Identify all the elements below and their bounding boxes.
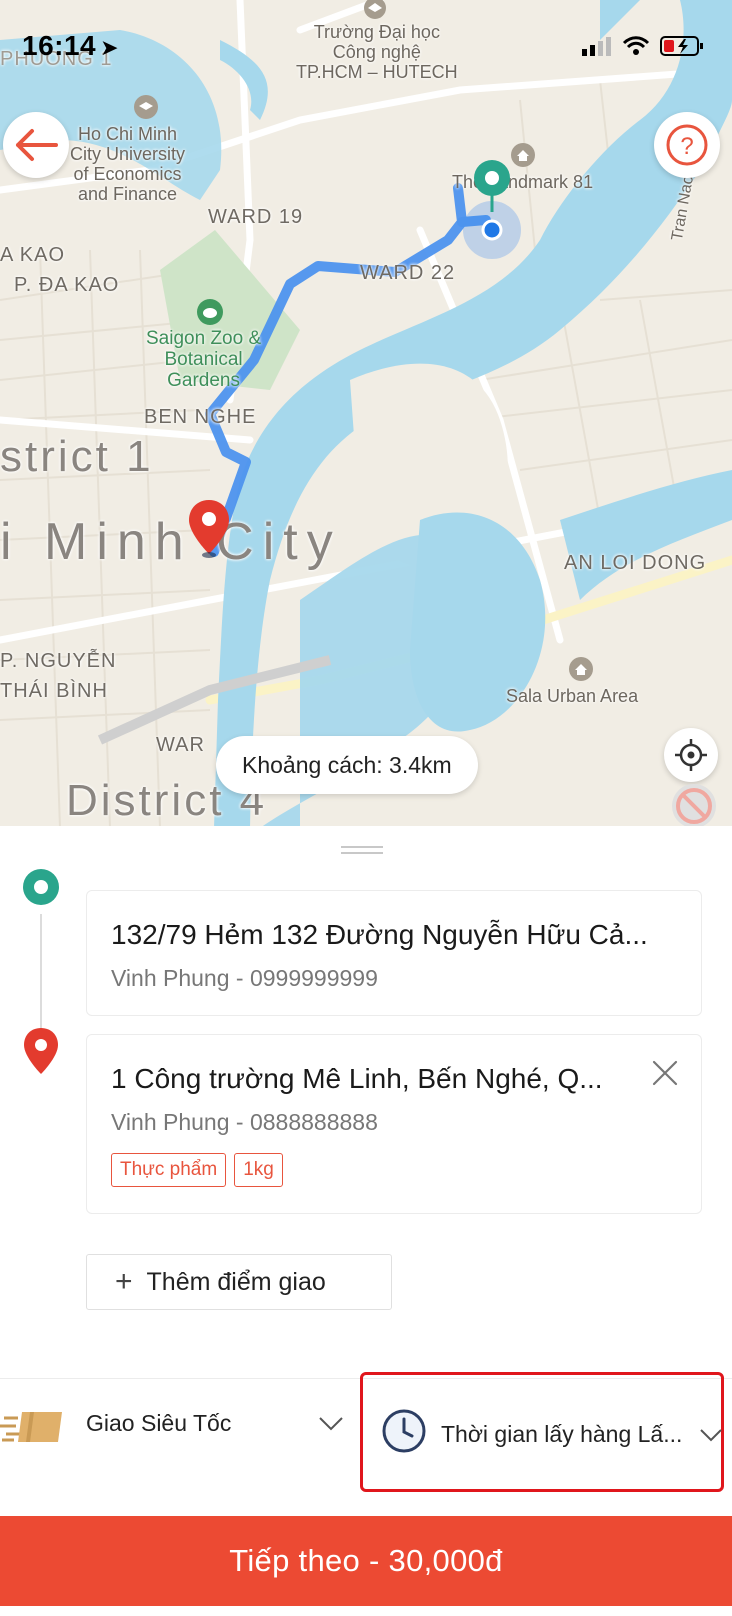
add-stop-button[interactable]: + Thêm điểm giao <box>86 1254 392 1310</box>
weight-tag: 1kg <box>234 1153 283 1187</box>
pickup-contact: Vinh Phung - 0999999999 <box>111 965 378 991</box>
sheet-drag-handle[interactable] <box>341 846 383 854</box>
map-label-nguyen-thai-binh: P. NGUYỄN THÁI BÌNH <box>0 650 117 702</box>
dropoff-stop-card[interactable]: 1 Công trường Mê Linh, Bến Nghé, Q... Vi… <box>86 1034 702 1214</box>
order-sheet: 132/79 Hẻm 132 Đường Nguyễn Hữu Cả... Vi… <box>0 826 732 1616</box>
map-label-hutech: Trường Đại học Công nghệ TP.HCM – HUTECH <box>296 22 458 82</box>
add-stop-label: Thêm điểm giao <box>146 1267 326 1296</box>
no-entry-icon <box>672 784 716 828</box>
help-question-icon: ? <box>666 124 708 166</box>
chevron-down-icon <box>700 1429 722 1442</box>
location-arrow-icon: ➤ <box>100 35 120 60</box>
map-label-ward-bottom: WAR <box>156 734 205 756</box>
status-time: 16:14 ➤ <box>22 30 120 61</box>
remove-stop-close-icon[interactable] <box>651 1059 679 1087</box>
status-icons <box>582 34 704 58</box>
map-label-an-loi-dong: AN LOI DONG <box>564 552 707 574</box>
next-button[interactable]: Tiếp theo - 30,000đ <box>0 1516 732 1606</box>
map-label-sala: Sala Urban Area <box>506 686 639 706</box>
recenter-button[interactable] <box>664 728 718 782</box>
map-label-ben-nghe: BEN NGHE <box>144 406 257 428</box>
map-label-ward22: WARD 22 <box>360 262 456 284</box>
pickup-time-label: Thời gian lấy hàng Lấ... <box>441 1421 683 1447</box>
map-label-university: Ho Chi Minh City University of Economics… <box>70 124 186 204</box>
fast-delivery-box-icon <box>0 1412 62 1442</box>
dropoff-tags: Thực phẩm 1kg <box>111 1153 283 1187</box>
chevron-down-icon <box>319 1417 343 1431</box>
pickup-address: 132/79 Hẻm 132 Đường Nguyễn Hữu Cả... <box>111 919 648 950</box>
wifi-icon <box>622 36 650 55</box>
route-timeline-line <box>40 914 42 1044</box>
dropoff-address: 1 Công trường Mê Linh, Bến Nghé, Q... <box>111 1063 603 1094</box>
goods-type-tag: Thực phẩm <box>111 1153 227 1187</box>
map-label-a-kao: A KAO <box>0 244 66 266</box>
pickup-time-selector[interactable]: Thời gian lấy hàng Lấ... <box>360 1372 724 1492</box>
clock-icon <box>382 1409 426 1453</box>
map-label-city: i Minh City <box>0 513 342 571</box>
back-arrow-icon <box>16 129 58 161</box>
distance-indicator: Khoảng cách: 3.4km <box>216 736 478 794</box>
service-type-selector[interactable]: Giao Siêu Tốc <box>0 1382 352 1472</box>
map-label-p-da-kao: P. ĐA KAO <box>14 274 120 296</box>
pickup-point-icon <box>23 869 59 905</box>
map-label-ward19: WARD 19 <box>208 206 304 228</box>
map-view[interactable]: Trường Đại học Công nghệ TP.HCM – HUTECH… <box>0 0 732 828</box>
map-label-zoo: Saigon Zoo & Botanical Gardens <box>146 328 262 391</box>
pickup-stop-card[interactable]: 132/79 Hẻm 132 Đường Nguyễn Hữu Cả... Vi… <box>86 890 702 1016</box>
pickup-pin-icon <box>474 160 510 212</box>
crosshair-icon <box>675 739 707 771</box>
school-poi-icon <box>134 95 158 119</box>
dropoff-point-icon <box>24 1028 58 1074</box>
university-poi-icon <box>364 0 386 19</box>
dropoff-contact: Vinh Phung - 0888888888 <box>111 1109 378 1135</box>
map-label-district1: strict 1 <box>0 432 154 481</box>
service-type-label: Giao Siêu Tốc <box>86 1410 232 1436</box>
options-row: Giao Siêu Tốc Thời gian lấy hàng Lấ... <box>0 1372 732 1492</box>
battery-icon <box>660 36 703 56</box>
plus-icon: + <box>115 1265 133 1298</box>
signal-icon <box>582 37 611 56</box>
dropoff-pin-icon <box>189 500 229 558</box>
sala-poi-icon <box>569 657 593 681</box>
back-button[interactable] <box>3 112 69 178</box>
svg-text:?: ? <box>680 133 693 160</box>
help-button[interactable]: ? <box>654 112 720 178</box>
zoo-poi-icon <box>197 299 223 325</box>
